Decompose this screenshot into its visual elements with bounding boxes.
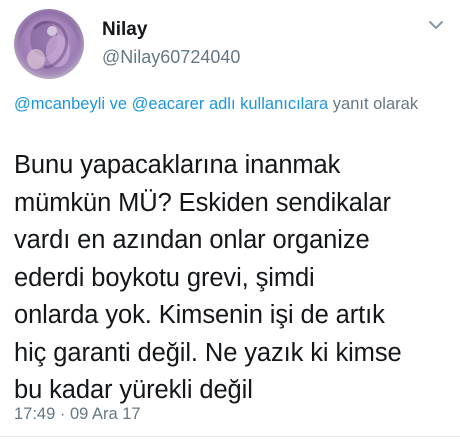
tweet-text-line: vardı en azından onlar organize: [14, 226, 370, 254]
divider: [0, 436, 460, 437]
tweet-text-line: Bunu yapacaklarına inanmak: [14, 151, 341, 179]
chevron-down-icon[interactable]: [427, 18, 445, 32]
tweet-text: Bunu yapacaklarına inanmak mümkün MÜ? Es…: [14, 147, 454, 410]
reply-mention-eacarer[interactable]: @eacarer: [132, 95, 205, 113]
avatar-image: [19, 19, 79, 75]
reply-connector[interactable]: ve: [105, 95, 132, 113]
reply-context: @mcanbeyli ve @eacarer adlı kullanıcılar…: [14, 92, 454, 116]
tweet-timestamp[interactable]: 17:49 · 09 Ara 17: [14, 404, 141, 424]
tweet-text-line: ederdi boykotu grevi, şimdi: [14, 263, 315, 292]
author-handle[interactable]: @Nilay60724040: [102, 46, 240, 68]
tweet-text-line: mümkün MÜ? Eskiden sendikalar: [14, 188, 391, 217]
reply-mention-suffix[interactable]: adlı kullanıcılara: [204, 95, 328, 113]
tweet-text-line: hiç garanti değil. Ne yazık ki kimse: [14, 338, 402, 367]
avatar[interactable]: [14, 9, 84, 79]
tweet-text-line: onlarda yok. Kimsenin işi de artık: [14, 301, 385, 329]
reply-mention-mcanbeyli[interactable]: @mcanbeyli: [14, 95, 105, 113]
author-display-name[interactable]: Nilay: [102, 19, 147, 41]
reply-suffix: yanıt olarak: [328, 95, 419, 113]
tweet-card: Nilay @Nilay60724040 @mcanbeyli ve @eaca…: [0, 0, 460, 439]
